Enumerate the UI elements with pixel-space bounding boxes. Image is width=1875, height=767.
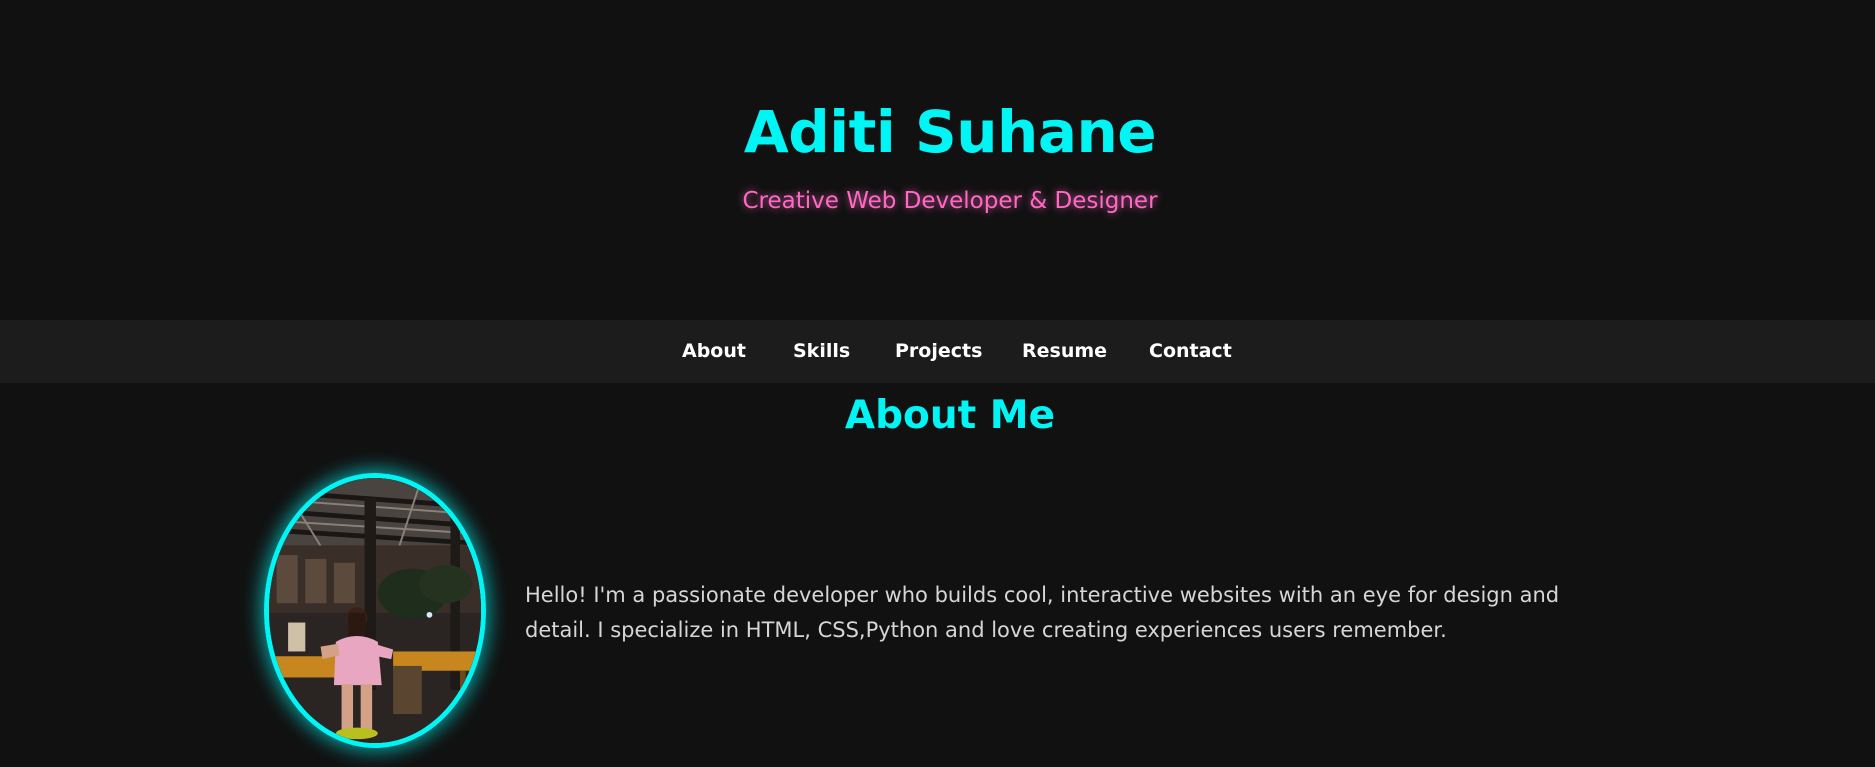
about-bio: Hello! I'm a passionate developer who bu… xyxy=(525,583,1560,642)
profile-photo xyxy=(264,473,486,748)
nav-link-contact[interactable]: Contact xyxy=(1149,340,1232,362)
nav-link-about[interactable]: About xyxy=(682,340,746,362)
nav-link-skills[interactable]: Skills xyxy=(793,340,850,362)
section-title-about: About Me xyxy=(844,393,1056,438)
site-header: Aditi Suhane Creative Web Developer & De… xyxy=(0,0,1875,320)
tagline: Creative Web Developer & Designer xyxy=(742,188,1158,214)
site-title: Aditi Suhane xyxy=(743,98,1157,166)
nav-link-projects[interactable]: Projects xyxy=(895,340,982,362)
profile-photo-image xyxy=(269,478,481,743)
nav-link-resume[interactable]: Resume xyxy=(1022,340,1107,362)
main-nav: About Skills Projects Resume Contact xyxy=(0,320,1875,383)
